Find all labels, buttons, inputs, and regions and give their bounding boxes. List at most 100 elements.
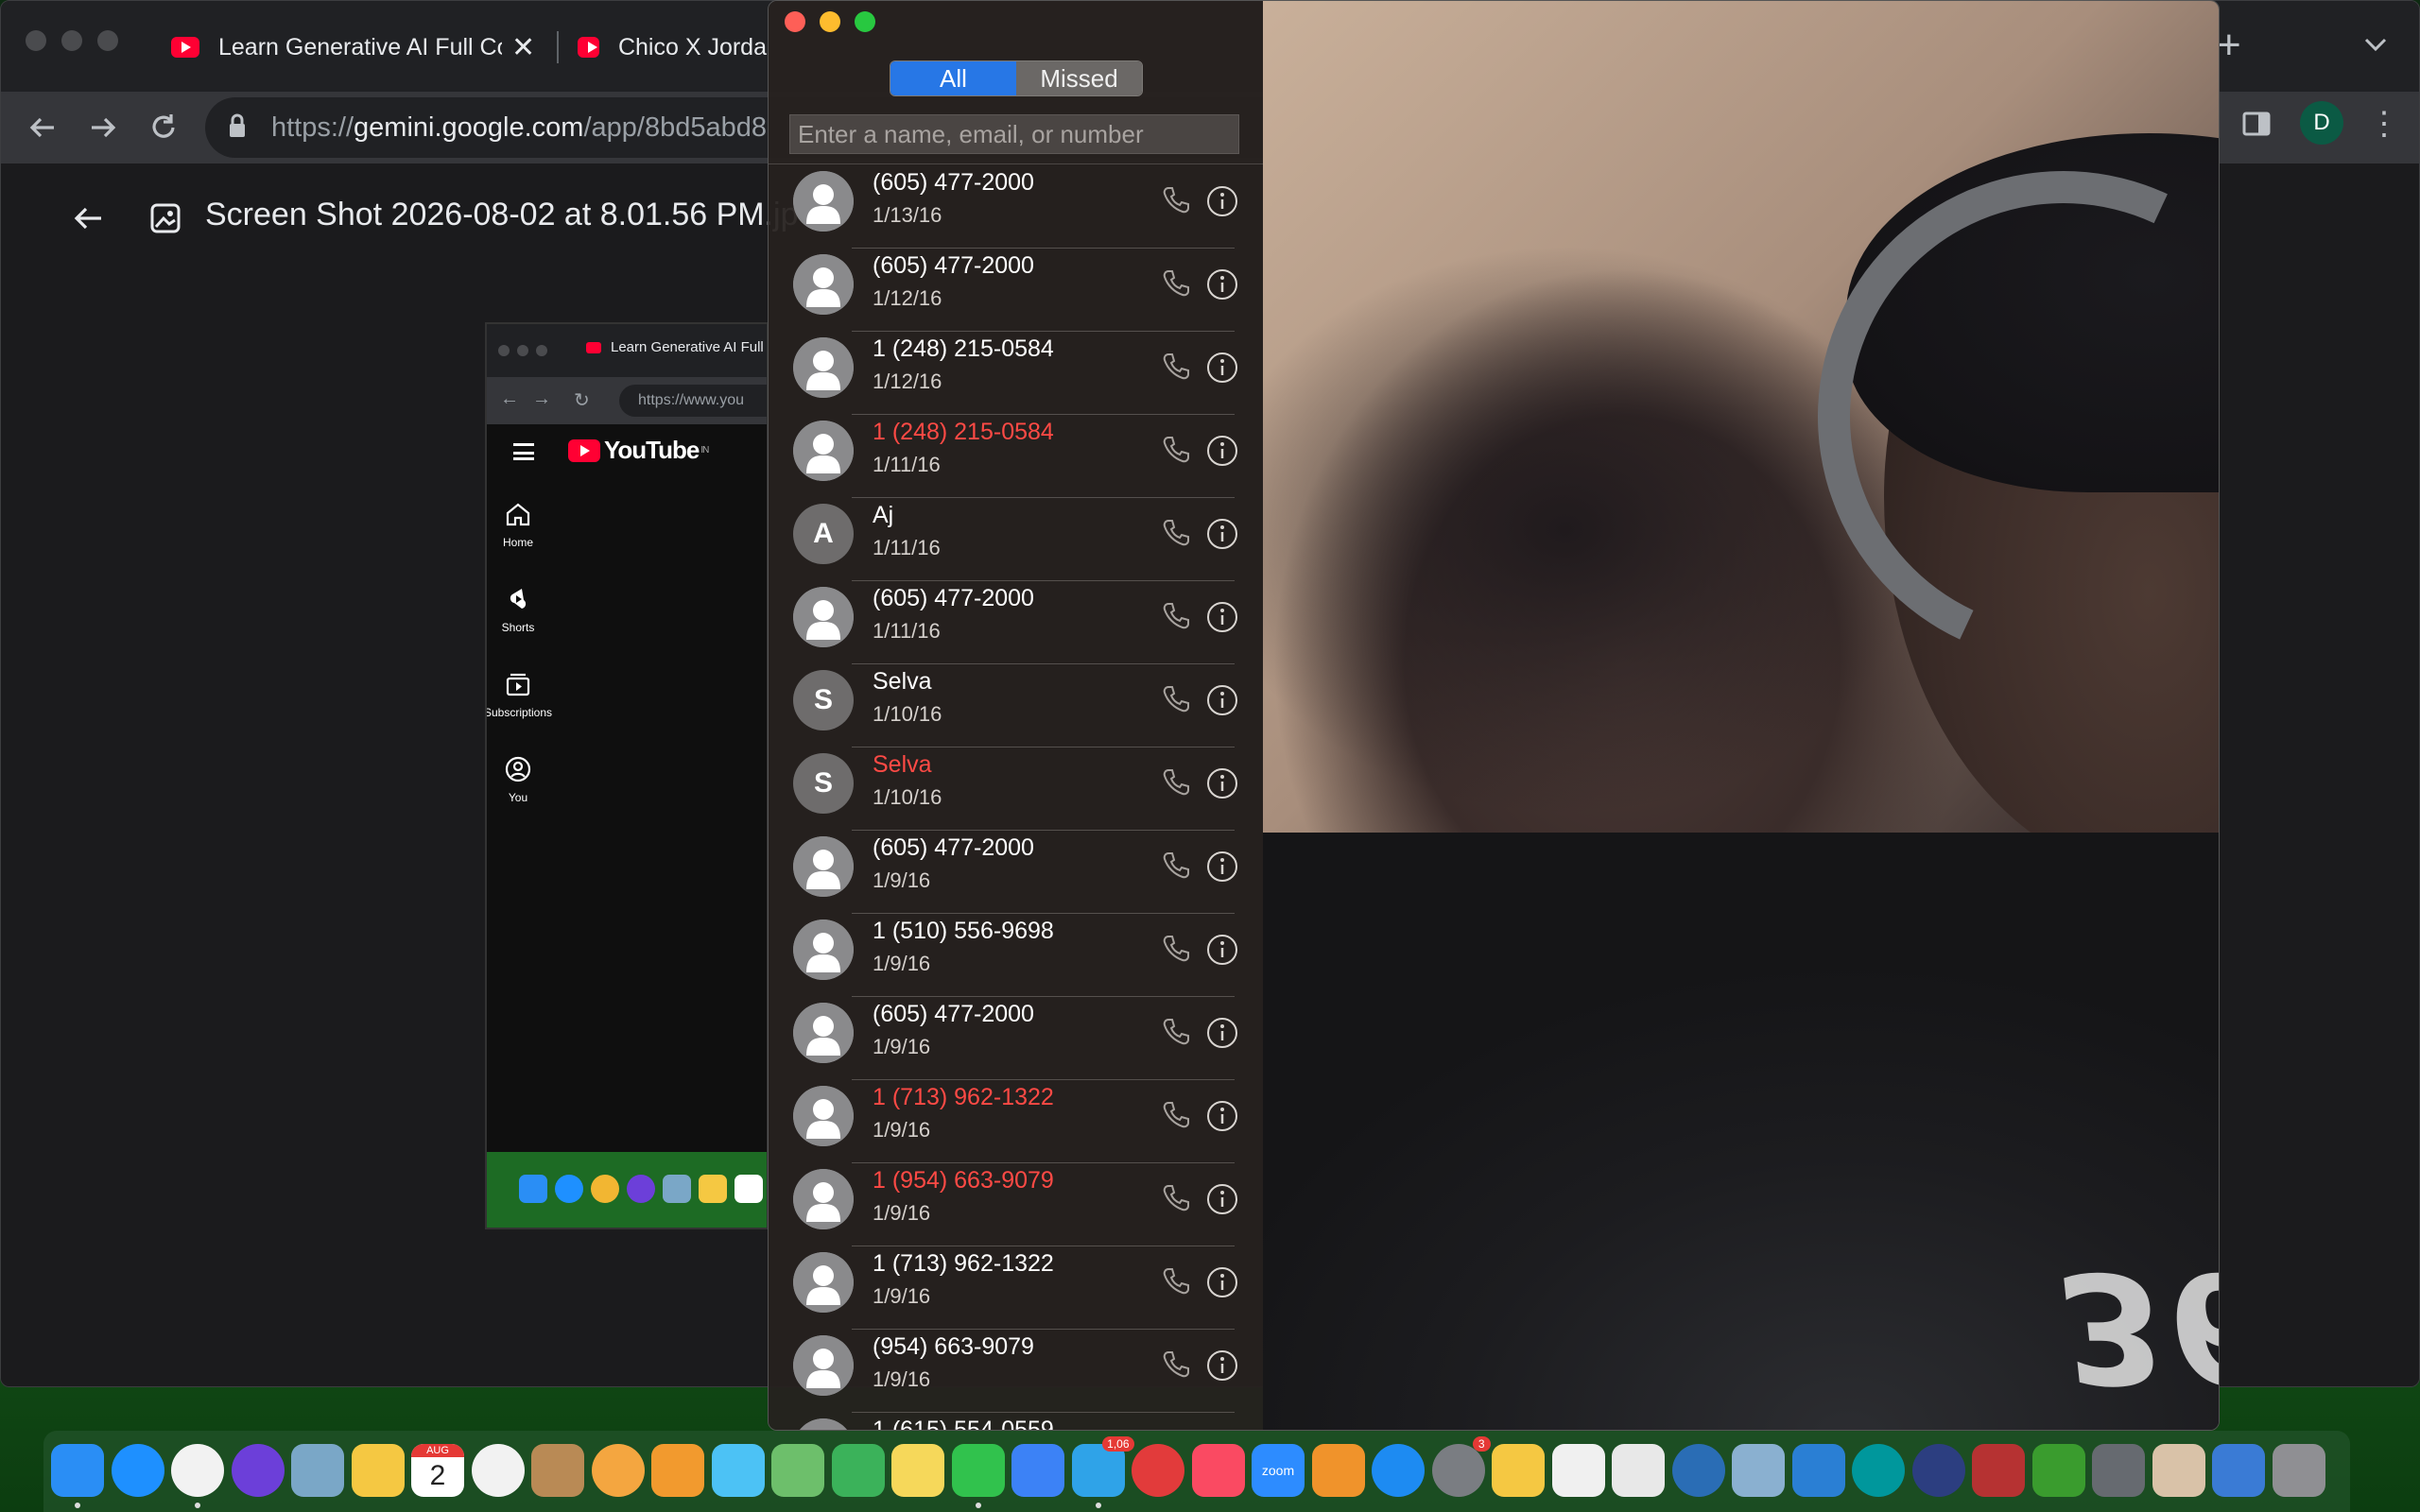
- call-row[interactable]: 1 (713) 962-1322 1/9/16: [769, 1246, 1263, 1330]
- info-icon[interactable]: [1205, 933, 1239, 967]
- preview-icon[interactable]: [291, 1444, 344, 1497]
- info-icon[interactable]: [1205, 434, 1239, 468]
- facetime-icon[interactable]: [951, 1444, 1005, 1497]
- call-row[interactable]: (605) 477-2000 1/9/16: [769, 831, 1263, 914]
- search-input[interactable]: [789, 114, 1239, 154]
- segment-all[interactable]: All: [890, 61, 1016, 95]
- call-row[interactable]: (605) 477-2000 1/11/16: [769, 581, 1263, 664]
- call-row[interactable]: 1 (248) 215-0584 1/12/16: [769, 332, 1263, 415]
- call-back-phone-icon[interactable]: [1160, 933, 1192, 965]
- textedit-icon[interactable]: [1612, 1444, 1665, 1497]
- music-icon[interactable]: [1191, 1444, 1245, 1497]
- quicktime-icon[interactable]: [1671, 1444, 1725, 1497]
- dictionary-icon[interactable]: [1972, 1444, 2025, 1497]
- call-back-phone-icon[interactable]: [1160, 1349, 1192, 1381]
- call-row[interactable]: 1 (510) 556-9698 1/9/16: [769, 914, 1263, 997]
- call-back-phone-icon[interactable]: [1160, 184, 1192, 216]
- info-icon[interactable]: [1205, 184, 1239, 218]
- close-window-button[interactable]: [785, 11, 805, 32]
- calendar-icon[interactable]: AUG 2: [411, 1444, 464, 1497]
- pages-icon[interactable]: [651, 1444, 704, 1497]
- side-panel-icon[interactable]: [2239, 107, 2273, 141]
- viewer-back-icon[interactable]: [69, 199, 107, 237]
- eclipse-icon[interactable]: [1911, 1444, 1965, 1497]
- python-icon[interactable]: [351, 1444, 405, 1497]
- siri-icon[interactable]: [231, 1444, 285, 1497]
- telegram-icon[interactable]: 1,06: [1071, 1436, 1134, 1497]
- info-icon[interactable]: [1205, 517, 1239, 551]
- call-row[interactable]: S Selva 1/10/16: [769, 747, 1263, 831]
- system-preferences-icon[interactable]: 3: [1431, 1436, 1491, 1497]
- screen-share-icon[interactable]: [2212, 1444, 2265, 1497]
- info-icon[interactable]: [1205, 1265, 1239, 1299]
- info-icon[interactable]: [1205, 1016, 1239, 1050]
- messages-icon[interactable]: [711, 1444, 765, 1497]
- tab-learn-generative-ai[interactable]: Learn Generative AI Full Co ✕: [171, 18, 549, 77]
- call-back-phone-icon[interactable]: [1160, 600, 1192, 632]
- keynote-icon[interactable]: [1011, 1444, 1064, 1497]
- textedit-icon[interactable]: [1551, 1444, 1605, 1497]
- books-icon[interactable]: [1311, 1444, 1365, 1497]
- automator-icon[interactable]: [2092, 1444, 2145, 1497]
- call-back-phone-icon[interactable]: [1160, 850, 1192, 882]
- call-row[interactable]: 1 (615) 554-0559: [769, 1413, 1263, 1430]
- close-tab-icon[interactable]: ✕: [511, 31, 535, 64]
- minimize-window-button[interactable]: [61, 30, 82, 51]
- maximize-window-button[interactable]: [97, 30, 118, 51]
- archive-icon[interactable]: [531, 1444, 584, 1497]
- lock-icon[interactable]: [228, 112, 247, 139]
- call-back-phone-icon[interactable]: [1160, 517, 1192, 549]
- new-tab-icon[interactable]: +: [2217, 22, 2241, 69]
- trash-icon[interactable]: [2272, 1444, 2325, 1497]
- app-store-icon[interactable]: [1372, 1444, 1425, 1497]
- photo-icon[interactable]: [2152, 1444, 2205, 1497]
- block-icon[interactable]: [1132, 1444, 1184, 1497]
- zoom-icon[interactable]: zoom: [1252, 1444, 1305, 1497]
- segment-missed[interactable]: Missed: [1016, 61, 1142, 95]
- finder-icon[interactable]: [51, 1444, 104, 1497]
- profile-avatar[interactable]: D: [2300, 101, 2343, 145]
- call-back-phone-icon[interactable]: [1160, 766, 1192, 799]
- call-back-phone-icon[interactable]: [1160, 683, 1192, 715]
- call-back-phone-icon[interactable]: [1160, 1099, 1192, 1131]
- fullscreen-window-button[interactable]: [855, 11, 875, 32]
- info-icon[interactable]: [1205, 351, 1239, 385]
- maps-icon[interactable]: [771, 1444, 824, 1497]
- vscode-icon[interactable]: [1791, 1444, 1845, 1497]
- arduino-icon[interactable]: [1852, 1444, 1905, 1497]
- info-icon[interactable]: [1205, 600, 1239, 634]
- info-icon[interactable]: [1205, 267, 1239, 301]
- call-row[interactable]: 1 (248) 215-0584 1/11/16: [769, 415, 1263, 498]
- tab-search-chevron-down-icon[interactable]: [2359, 27, 2393, 61]
- info-icon[interactable]: [1205, 1099, 1239, 1133]
- kebab-menu-icon[interactable]: ⋮: [2368, 107, 2400, 141]
- call-back-phone-icon[interactable]: [1160, 351, 1192, 383]
- call-back-phone-icon[interactable]: [1160, 1016, 1192, 1048]
- photos-icon[interactable]: [591, 1444, 645, 1497]
- minimize-window-button[interactable]: [820, 11, 840, 32]
- call-row[interactable]: S Selva 1/10/16: [769, 664, 1263, 747]
- call-back-phone-icon[interactable]: [1160, 1182, 1192, 1214]
- call-row[interactable]: 1 (713) 962-1322 1/9/16: [769, 1080, 1263, 1163]
- python-launcher-icon[interactable]: [1492, 1444, 1545, 1497]
- call-row[interactable]: A Aj 1/11/16: [769, 498, 1263, 581]
- forward-icon[interactable]: [80, 105, 126, 150]
- back-icon[interactable]: [20, 105, 65, 150]
- minecraft-icon[interactable]: [2031, 1444, 2085, 1497]
- call-row[interactable]: (605) 477-2000 1/12/16: [769, 249, 1263, 332]
- call-back-phone-icon[interactable]: [1160, 434, 1192, 466]
- call-row[interactable]: (605) 477-2000 1/9/16: [769, 997, 1263, 1080]
- close-window-button[interactable]: [26, 30, 46, 51]
- call-back-phone-icon[interactable]: [1160, 267, 1192, 300]
- chrome-icon[interactable]: [171, 1444, 224, 1497]
- info-icon[interactable]: [1205, 766, 1239, 800]
- info-icon[interactable]: [1205, 850, 1239, 884]
- info-icon[interactable]: [1205, 1182, 1239, 1216]
- notes-icon[interactable]: [891, 1444, 944, 1497]
- chrome-icon[interactable]: [471, 1444, 525, 1497]
- info-icon[interactable]: [1205, 683, 1239, 717]
- safari-icon[interactable]: [111, 1444, 164, 1497]
- info-icon[interactable]: [1205, 1349, 1239, 1383]
- reload-icon[interactable]: [141, 105, 186, 150]
- preview-icon[interactable]: [1732, 1444, 1785, 1497]
